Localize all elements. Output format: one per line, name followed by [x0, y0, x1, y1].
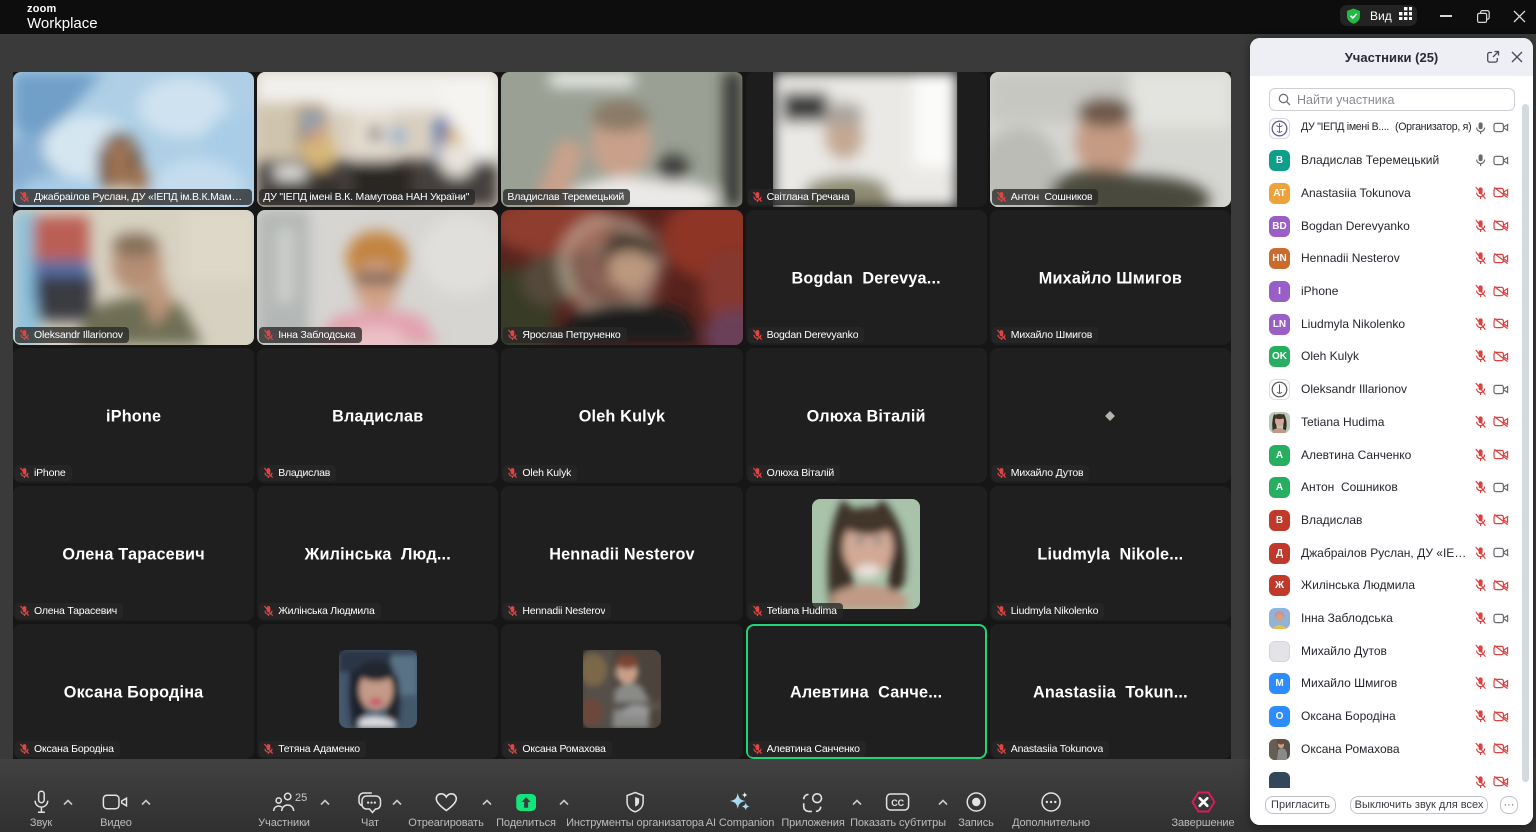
svg-text:CC: CC: [892, 798, 905, 808]
